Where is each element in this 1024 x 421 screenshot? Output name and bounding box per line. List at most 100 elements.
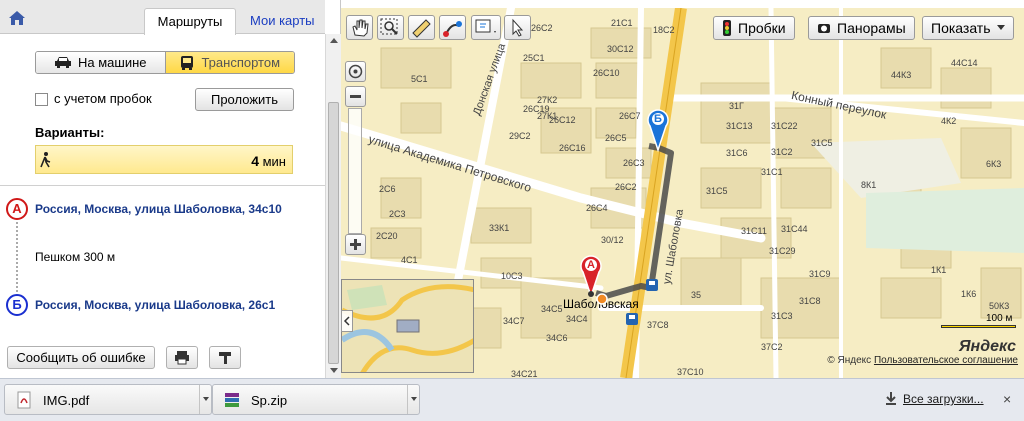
copyright-text: © Яндекс (827, 355, 872, 366)
print-button[interactable] (166, 346, 198, 369)
building-label: 6К3 (986, 159, 1002, 169)
panorama-button-label: Панорамы (837, 20, 906, 36)
pdf-file-icon (17, 391, 31, 409)
map-top-strip (341, 0, 1024, 8)
zoom-slider[interactable] (348, 108, 362, 234)
home-icon[interactable] (8, 10, 26, 26)
bus-icon (181, 55, 194, 70)
layers-tool-button[interactable] (471, 15, 501, 40)
traffic-checkbox[interactable] (35, 93, 48, 106)
pointer-tool-button[interactable] (504, 15, 531, 40)
mode-car-label: На машине (78, 55, 147, 70)
building-label: 4С1 (401, 255, 418, 265)
build-route-button[interactable]: Проложить (195, 88, 294, 111)
panel-tabs: Маршруты Мои карты (0, 0, 325, 35)
scrollbar-thumb[interactable] (328, 102, 339, 364)
building-label: 31С13 (726, 121, 753, 131)
route-duration-unit: мин (262, 154, 286, 169)
close-downloads-button[interactable]: × (1003, 391, 1011, 407)
variants-heading: Варианты: (35, 125, 105, 140)
camera-icon (818, 24, 830, 33)
divider (0, 185, 325, 186)
building-label: 31С29 (769, 246, 796, 256)
building-label: 31С9 (809, 269, 831, 279)
user-agreement-link[interactable]: Пользовательское соглашение (874, 355, 1018, 366)
traffic-light-icon (723, 20, 731, 36)
panorama-button[interactable]: Панорамы (808, 16, 915, 40)
pin-link-icon (219, 352, 231, 364)
map-center-button[interactable] (345, 61, 366, 82)
building-label: 30С12 (607, 44, 634, 54)
download-menu-arrow[interactable] (407, 385, 419, 414)
minus-icon (350, 95, 361, 98)
building-label: 8К1 (861, 180, 877, 190)
scroll-up-arrow-icon[interactable] (330, 38, 338, 43)
building-label: 44С14 (951, 58, 978, 68)
yandex-logo: Яндекс (958, 338, 1016, 355)
start-point-marker: А (6, 198, 28, 220)
print-icon (175, 351, 189, 365)
mode-transit-label: Транспортом (201, 55, 281, 70)
mode-car-button[interactable]: На машине (36, 52, 166, 73)
scroll-down-arrow-icon[interactable] (330, 368, 338, 373)
magnifier-icon (380, 18, 398, 35)
building-label: 37С2 (761, 342, 783, 352)
route-variant[interactable]: 4 мин (35, 145, 293, 174)
download-menu-arrow[interactable] (199, 385, 211, 414)
building-label: 26С3 (623, 158, 645, 168)
building-label: 31С8 (799, 296, 821, 306)
building-label: 26С19 (523, 104, 550, 114)
download-item[interactable]: Sp.zip (212, 384, 420, 415)
layers-icon (475, 19, 496, 33)
overview-minimap[interactable] (341, 279, 474, 373)
building-label: 31С5 (706, 186, 728, 196)
building-label: 26С4 (586, 203, 608, 213)
zoom-area-tool-button[interactable] (377, 15, 404, 40)
route-duration-value: 4 (251, 153, 259, 169)
building-label: 18С2 (653, 25, 675, 35)
zoom-in-button[interactable] (345, 234, 366, 255)
building-label: 31С3 (771, 311, 793, 321)
end-address-link[interactable]: Россия, Москва, улица Шаболовка, 26с1 (35, 298, 275, 312)
route-start-pin-label: А (587, 259, 595, 271)
link-button[interactable] (209, 346, 241, 369)
building-label: 35 (691, 290, 702, 300)
building-label: 50К3 (989, 301, 1010, 311)
route-tool-button[interactable] (439, 15, 466, 40)
map-area[interactable]: Донская улица улица Академика Петровског… (341, 8, 1024, 378)
minimap-toggle-button[interactable] (341, 310, 353, 332)
route-duration: 4 мин (251, 153, 286, 169)
building-label: 5С1 (411, 74, 428, 84)
building-label: 26С10 (593, 68, 620, 78)
route-end-pin-label: Б (654, 113, 662, 125)
tab-my-maps[interactable]: Мои карты (250, 8, 315, 34)
tab-routes[interactable]: Маршруты (144, 8, 236, 35)
building-label: 34С4 (566, 314, 588, 324)
mode-transit-button[interactable]: Транспортом (165, 52, 294, 73)
start-address-link[interactable]: Россия, Москва, улица Шаболовка, 34с10 (35, 202, 282, 216)
traffic-checkbox-label: с учетом пробок (54, 91, 152, 106)
plus-icon (350, 239, 361, 250)
zoom-out-button[interactable] (345, 86, 366, 107)
building-label: 33К1 (489, 223, 510, 233)
download-item[interactable]: IMG.pdf (4, 384, 212, 415)
building-label: 31С44 (781, 224, 808, 234)
report-error-button[interactable]: Сообщить об ошибке (7, 346, 155, 369)
building-label: 31С11 (741, 226, 767, 236)
map-copyright: © Яндекс Пользовательское соглашение (827, 355, 1018, 366)
building-label: 25С1 (523, 53, 545, 63)
building-label: 2С6 (379, 184, 396, 194)
show-layers-dropdown[interactable]: Показать (922, 16, 1014, 40)
building-label: 34С6 (546, 333, 568, 343)
panel-scrollbar[interactable] (325, 34, 341, 378)
building-label: 44К3 (891, 70, 912, 80)
all-downloads-link[interactable]: Все загрузки... (903, 392, 984, 406)
building-label: 31С1 (761, 167, 783, 177)
ruler-tool-button[interactable] (408, 15, 435, 40)
traffic-button[interactable]: Пробки (713, 16, 795, 40)
building-label: 1К1 (931, 265, 947, 275)
building-label: 26С12 (549, 115, 576, 125)
building-label: 26С2 (615, 182, 637, 192)
route-line (16, 222, 18, 292)
hand-tool-button[interactable] (346, 15, 373, 40)
